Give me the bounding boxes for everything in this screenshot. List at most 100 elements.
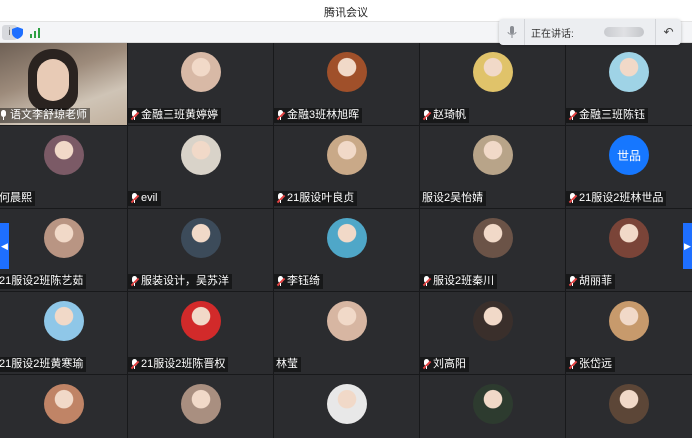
participant-avatar	[327, 301, 367, 341]
participant-tile[interactable]: 李钰绮	[274, 209, 419, 291]
participant-tile[interactable]: 服设2吴怡婧	[420, 126, 565, 208]
participant-name-tag: 林莹	[274, 357, 301, 372]
participant-name: 金融3班林旭晖	[287, 109, 360, 121]
participant-tile[interactable]: 世品 21服设2班林世品	[566, 126, 692, 208]
participant-avatar	[44, 135, 84, 175]
participant-name: 张岱远	[579, 358, 612, 370]
participant-name: 李钰绮	[287, 275, 320, 287]
mic-muted-icon	[276, 276, 286, 287]
speaking-indicator[interactable]: 正在讲话: ↶	[499, 19, 681, 45]
participant-tile[interactable]: 金融三班陈钰	[566, 43, 692, 125]
participant-avatar	[609, 384, 649, 424]
participant-name-tag: 赵琦帆	[420, 108, 469, 123]
participant-tile[interactable]: 刘高阳	[420, 292, 565, 374]
participant-tile[interactable]: 21服设2班陈艺茹	[0, 209, 127, 291]
participant-avatar	[473, 52, 513, 92]
participant-tile[interactable]: 21服设2班黄寒瑜	[0, 292, 127, 374]
participant-name: 胡丽菲	[579, 275, 612, 287]
shield-icon[interactable]	[10, 25, 24, 40]
participant-name: 21服设2班林世品	[579, 192, 664, 204]
mic-muted-icon	[130, 193, 140, 204]
mic-muted-icon	[568, 193, 578, 204]
participant-avatar	[44, 301, 84, 341]
participant-avatar	[473, 301, 513, 341]
camera-face	[37, 59, 69, 101]
participant-name: 21服设叶良贞	[287, 192, 355, 204]
mic-muted-icon	[276, 193, 286, 204]
participant-tile[interactable]: 何晨熙	[0, 126, 127, 208]
participant-name-tag: 刘高阳	[420, 357, 469, 372]
participant-name: 刘高阳	[433, 358, 466, 370]
participant-avatar	[327, 384, 367, 424]
speaker-name-blurred	[603, 27, 644, 37]
participant-tile[interactable]	[128, 375, 273, 438]
participant-avatar	[327, 135, 367, 175]
participant-tile[interactable]: 赵琦帆	[420, 43, 565, 125]
prev-page-button[interactable]: ◀	[0, 223, 9, 269]
participant-name: 语文李舒琼老师	[10, 109, 87, 121]
mic-muted-icon	[568, 276, 578, 287]
participant-tile[interactable]: 林莹	[274, 292, 419, 374]
participant-name: 何晨熙	[0, 192, 32, 204]
participant-name-tag: 胡丽菲	[566, 274, 615, 289]
participant-name: evil	[141, 192, 158, 204]
participant-tile[interactable]	[0, 375, 127, 438]
participant-tile[interactable]: 服装设计，吴苏洋	[128, 209, 273, 291]
participant-avatar	[473, 135, 513, 175]
collapse-icon[interactable]: ↶	[655, 19, 681, 45]
participant-name-tag: 21服设2班陈晋权	[128, 357, 229, 372]
participant-tile[interactable]: 语文李舒琼老师	[0, 43, 127, 125]
microphone-icon	[499, 19, 525, 45]
participant-name-tag: 21服设2班林世品	[566, 191, 667, 206]
participant-avatar	[609, 52, 649, 92]
participant-name: 21服设2班黄寒瑜	[0, 358, 84, 370]
participant-name-tag: 服设2吴怡婧	[420, 191, 487, 206]
participant-grid: 语文李舒琼老师 金融三班黄婷婷 金融3班林旭晖 赵琦帆 金融三班陈钰何晨熙 evil 21服…	[0, 43, 692, 438]
participant-tile[interactable]	[420, 375, 565, 438]
participant-name-tag: 21服设2班陈艺茹	[0, 274, 87, 289]
participant-name-tag: 何晨熙	[0, 191, 35, 206]
participant-tile[interactable]: 金融3班林旭晖	[274, 43, 419, 125]
speaking-label: 正在讲话:	[531, 28, 574, 40]
mic-icon	[0, 110, 8, 121]
participant-name-tag: 张岱远	[566, 357, 615, 372]
participant-tile[interactable]	[274, 375, 419, 438]
signal-icon[interactable]	[28, 25, 43, 40]
participant-avatar	[181, 52, 221, 92]
participant-name-tag: 语文李舒琼老师	[0, 108, 90, 123]
participant-tile[interactable]: evil	[128, 126, 273, 208]
mic-muted-icon	[276, 110, 286, 121]
participant-avatar	[181, 384, 221, 424]
participant-avatar	[609, 301, 649, 341]
participant-name: 21服设2班陈晋权	[141, 358, 226, 370]
participant-avatar	[181, 218, 221, 258]
mic-muted-icon	[568, 110, 578, 121]
participant-avatar	[181, 301, 221, 341]
mic-muted-icon	[130, 276, 140, 287]
participant-avatar	[327, 218, 367, 258]
participant-tile[interactable]: 21服设叶良贞	[274, 126, 419, 208]
participant-name-tag: 服设2班秦川	[420, 274, 498, 289]
participant-name-tag: 金融三班陈钰	[566, 108, 648, 123]
participant-tile[interactable]: 胡丽菲	[566, 209, 692, 291]
participant-name-tag: 李钰绮	[274, 274, 323, 289]
participant-tile[interactable]	[566, 375, 692, 438]
next-page-button[interactable]: ▶	[683, 223, 692, 269]
participant-avatar	[327, 52, 367, 92]
mic-muted-icon	[130, 359, 140, 370]
participant-avatar	[609, 218, 649, 258]
participant-name: 林莹	[276, 358, 298, 370]
participant-name-tag: 金融3班林旭晖	[274, 108, 363, 123]
participant-avatar	[44, 218, 84, 258]
mic-muted-icon	[422, 276, 432, 287]
app-title: 腾讯会议	[324, 7, 368, 19]
participant-tile[interactable]: 服设2班秦川	[420, 209, 565, 291]
participant-name: 21服设2班陈艺茹	[0, 275, 84, 287]
participant-tile[interactable]: 张岱远	[566, 292, 692, 374]
participant-avatar	[473, 218, 513, 258]
participant-tile[interactable]: 21服设2班陈晋权	[128, 292, 273, 374]
participant-name: 服设2吴怡婧	[422, 192, 484, 204]
participant-name: 服设2班秦川	[433, 275, 495, 287]
participant-name: 赵琦帆	[433, 109, 466, 121]
participant-tile[interactable]: 金融三班黄婷婷	[128, 43, 273, 125]
